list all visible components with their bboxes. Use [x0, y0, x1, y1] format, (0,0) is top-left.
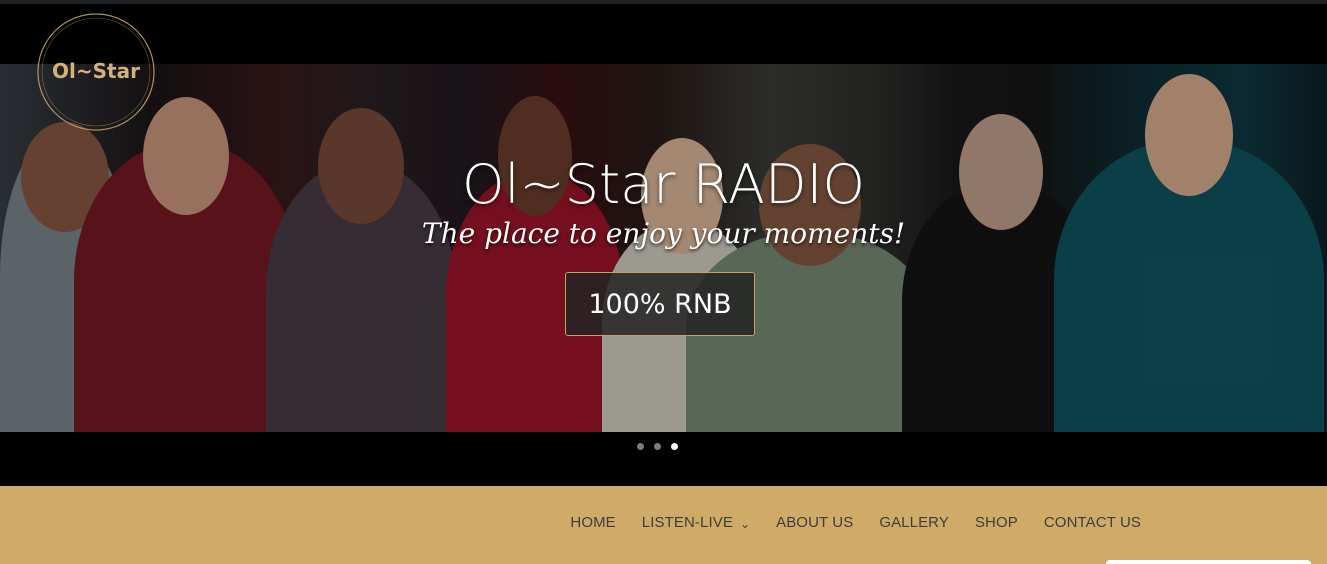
corner-tab	[1106, 560, 1311, 564]
nav-contact-us[interactable]: CONTACT US	[1044, 514, 1141, 531]
nav-shop-label: SHOP	[974, 514, 1018, 531]
nav-gallery[interactable]: GALLERY	[879, 514, 949, 531]
nav-menu: HOME LISTEN-LIVE ⌄ ABOUT US GALLERY SHOP…	[570, 514, 1141, 531]
slide-dot-1[interactable]	[637, 443, 644, 450]
main-navigation: HOME LISTEN-LIVE ⌄ ABOUT US GALLERY SHOP…	[0, 486, 1327, 564]
olstar-logo[interactable]: Ol~Star	[32, 8, 160, 136]
hero-copy: Ol~Star RADIO The place to enjoy your mo…	[0, 154, 1327, 252]
nav-about-us[interactable]: ABOUT US	[776, 514, 853, 531]
nav-home[interactable]: HOME	[570, 514, 615, 531]
hero-title: Ol~Star RADIO	[462, 153, 865, 216]
hero-tagline: The place to enjoy your moments!	[421, 217, 906, 250]
rnb-cta-button[interactable]: 100% RNB	[565, 272, 755, 336]
chevron-down-icon: ⌄	[739, 516, 751, 531]
slider-pagination	[637, 443, 678, 451]
slide-dot-2[interactable]	[654, 443, 661, 450]
nav-shop[interactable]: SHOP	[975, 514, 1018, 531]
nav-home-label: HOME	[570, 514, 616, 531]
slide-dot-3-active[interactable]	[671, 443, 678, 450]
nav-gallery-label: GALLERY	[879, 514, 949, 531]
nav-listen-live[interactable]: LISTEN-LIVE ⌄	[642, 514, 750, 531]
nav-contact-us-label: CONTACT US	[1043, 514, 1141, 531]
nav-about-us-label: ABOUT US	[776, 514, 854, 531]
hero-slider: Ol~Star Ol~Star RADIO The place to enjoy…	[0, 4, 1327, 486]
nav-listen-live-label: LISTEN-LIVE	[641, 514, 733, 531]
logo-text: Ol~Star	[52, 59, 140, 83]
